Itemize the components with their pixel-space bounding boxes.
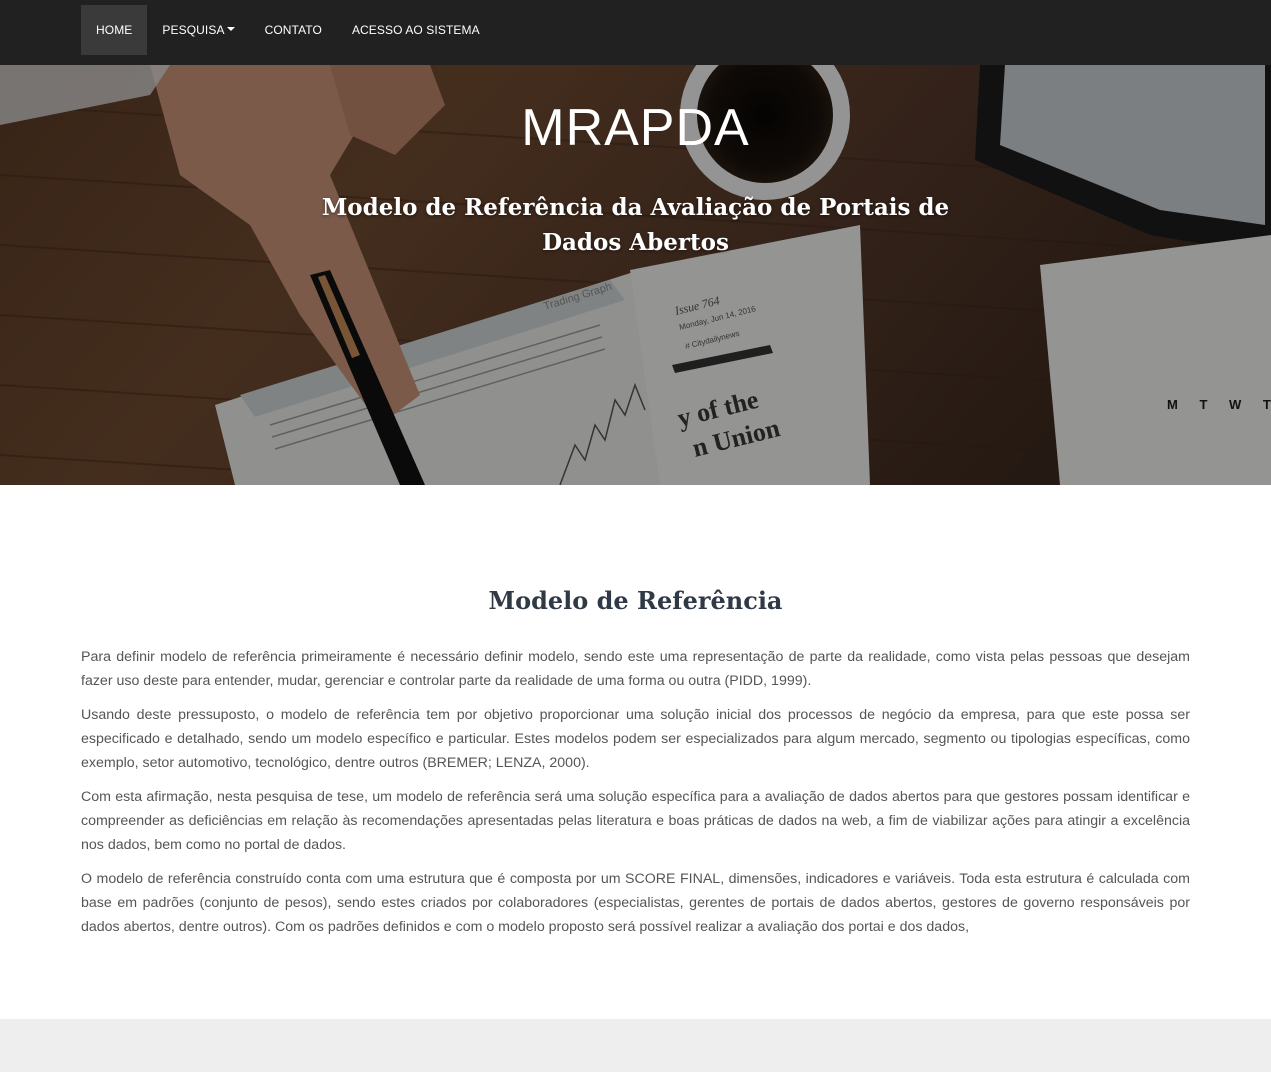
reference-model-section: Modelo de Referência Para definir modelo… bbox=[0, 485, 1271, 1019]
hero-subtitle: Modelo de Referência da Avaliação de Por… bbox=[321, 194, 950, 256]
paragraph: O modelo de referência construído conta … bbox=[81, 871, 1190, 935]
photo-trading-graph: Trading Graph bbox=[542, 281, 613, 313]
paragraph: Para definir modelo de referência primei… bbox=[81, 649, 1190, 689]
photo-hashtag: # Citydailynews bbox=[684, 329, 740, 351]
nav-pesquisa-dropdown[interactable]: PESQUISA bbox=[147, 5, 249, 55]
footer-band bbox=[0, 1019, 1271, 1072]
nav-acesso-sistema[interactable]: ACESSO AO SISTEMA bbox=[337, 5, 495, 55]
nav-contato[interactable]: CONTATO bbox=[250, 5, 337, 55]
photo-weekdays: M T W T bbox=[1167, 397, 1271, 412]
nav-home[interactable]: HOME bbox=[81, 5, 148, 55]
paragraph: Com esta afirmação, nesta pesquisa de te… bbox=[81, 789, 1190, 853]
section-title: Modelo de Referência bbox=[488, 586, 783, 615]
section-body: Para definir modelo de referência primei… bbox=[81, 645, 1190, 949]
nav-acesso-label: ACESSO AO SISTEMA bbox=[351, 23, 480, 37]
hero-title: MRAPDA bbox=[521, 99, 750, 157]
nav-home-label: HOME bbox=[96, 23, 133, 37]
nav-pesquisa-label: PESQUISA bbox=[162, 23, 225, 37]
hero-banner: Trading Graph Issue 764 Monday, Jun 14, … bbox=[0, 65, 1271, 485]
nav-menu: HOME PESQUISA CONTATO ACESSO AO SISTEMA bbox=[81, 5, 495, 55]
top-navbar: HOME PESQUISA CONTATO ACESSO AO SISTEMA bbox=[0, 0, 1271, 65]
nav-contato-label: CONTATO bbox=[264, 23, 322, 37]
chevron-down-icon bbox=[226, 27, 235, 31]
paragraph: Usando deste pressuposto, o modelo de re… bbox=[81, 707, 1190, 771]
